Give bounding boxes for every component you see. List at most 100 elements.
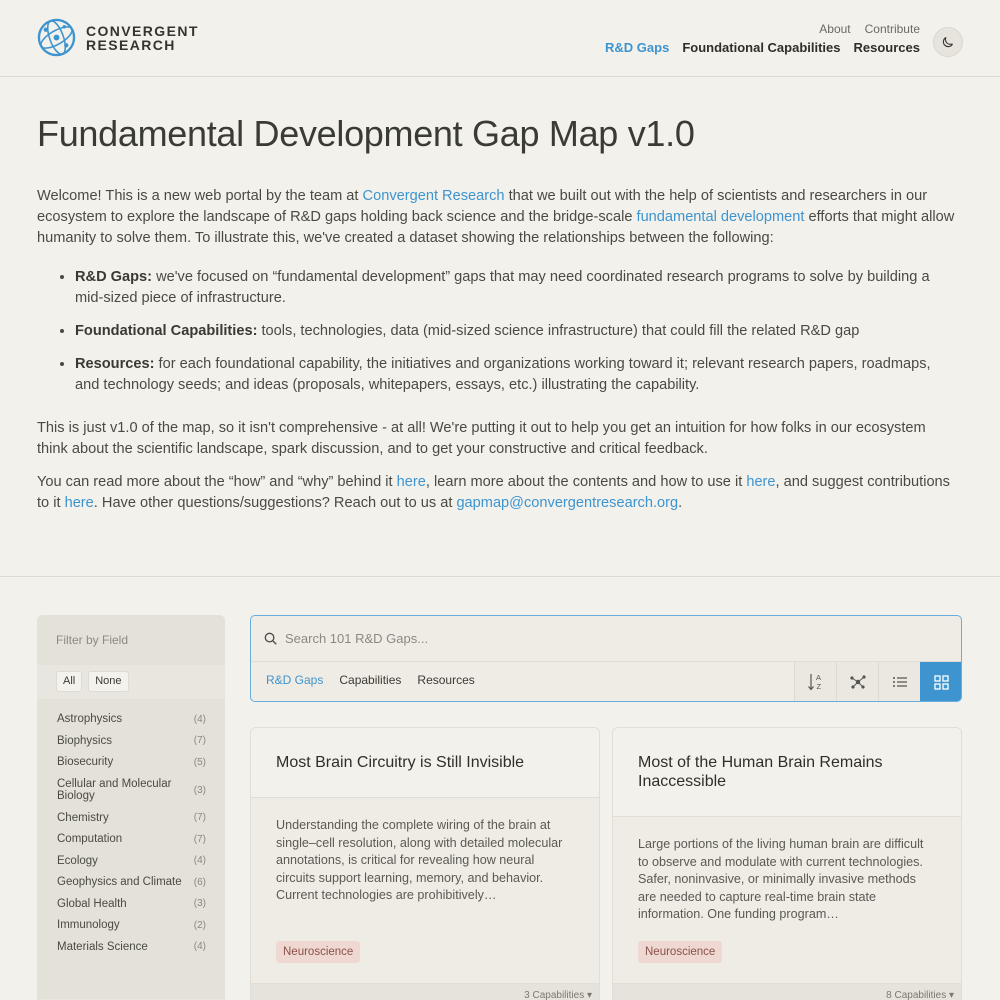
field-item-geophysics-climate[interactable]: Geophysics and Climate (6) xyxy=(37,876,225,889)
field-name: Ecology xyxy=(57,854,98,867)
p3-text-d: . Have other questions/suggestions? Reac… xyxy=(93,495,457,511)
field-name: Biophysics xyxy=(57,734,112,747)
tab-capabilities[interactable]: Capabilities xyxy=(339,673,401,687)
p3-text-b: , learn more about the contents and how … xyxy=(425,474,747,490)
logo-icon xyxy=(37,18,76,57)
contribute-here-link[interactable]: here xyxy=(65,495,94,511)
field-item-chemistry[interactable]: Chemistry (7) xyxy=(37,812,225,825)
list-view-button[interactable] xyxy=(878,662,920,701)
list-item: Resources: for each foundational capabil… xyxy=(75,354,957,396)
field-tag[interactable]: Neuroscience xyxy=(276,941,361,963)
nav-about[interactable]: About xyxy=(819,22,850,36)
filter-all-button[interactable]: All xyxy=(56,671,83,692)
bullet-term: R&D Gaps: xyxy=(75,269,153,285)
fundamental-development-link[interactable]: fundamental development xyxy=(637,209,805,225)
field-name: Astrophysics xyxy=(57,713,123,725)
bullet-term: Resources: xyxy=(75,356,155,372)
card-description: Large portions of the living human brain… xyxy=(638,837,924,921)
field-count: (5) xyxy=(193,756,206,768)
field-count: (4) xyxy=(193,713,206,725)
field-count: (3) xyxy=(193,784,206,796)
intro-paragraph-1: Welcome! This is a new web portal by the… xyxy=(37,186,957,249)
field-count: (7) xyxy=(193,735,206,747)
logo-line-2: RESEARCH xyxy=(86,36,176,53)
nav-foundational-capabilities[interactable]: Foundational Capabilities xyxy=(682,40,840,55)
convergent-research-link[interactable]: Convergent Research xyxy=(363,188,505,204)
field-item-computation[interactable]: Computation (7) xyxy=(37,833,225,846)
email-link[interactable]: gapmap@convergentresearch.org xyxy=(456,495,678,511)
gap-card[interactable]: Most Brain Circuitry is Still Invisible … xyxy=(250,727,600,1000)
field-name: Computation xyxy=(57,833,123,845)
field-item-biophysics[interactable]: Biophysics (7) xyxy=(37,735,225,748)
utility-nav: About Contribute xyxy=(819,22,920,36)
card-title: Most of the Human Brain Remains Inaccess… xyxy=(613,728,961,817)
how-to-use-here-link[interactable]: here xyxy=(746,474,775,490)
section-divider xyxy=(0,576,1000,577)
sort-az-button[interactable]: A Z xyxy=(794,662,836,701)
graph-view-button[interactable] xyxy=(836,662,878,701)
field-name: Global Health xyxy=(57,897,127,910)
page-title: Fundamental Development Gap Map v1.0 xyxy=(37,113,695,154)
p3-text-a: You can read more about the “how” and “w… xyxy=(37,474,397,490)
bullet-text: for each foundational capability, the in… xyxy=(75,356,931,393)
svg-text:Z: Z xyxy=(816,682,821,691)
field-name: Geophysics and Climate xyxy=(57,876,182,888)
definitions-list: R&D Gaps: we've focused on “fundamental … xyxy=(75,267,957,396)
field-item-astrophysics[interactable]: Astrophysics (4) xyxy=(37,713,225,726)
field-item-materials-science[interactable]: Materials Science (4) xyxy=(37,941,225,954)
svg-text:A: A xyxy=(816,673,821,682)
intro-section: Fundamental Development Gap Map v1.0 Wel… xyxy=(37,112,957,514)
field-filter-sidebar: Filter by Field All None Astrophysics (4)… xyxy=(37,615,225,1000)
field-tag[interactable]: Neuroscience xyxy=(638,941,723,963)
site-header: CONVERGENT RESEARCH About Contribute R&D… xyxy=(0,0,1000,77)
main-nav: R&D Gaps Foundational Capabilities Resou… xyxy=(605,40,920,55)
field-count: (6) xyxy=(193,876,206,888)
nav-resources[interactable]: Resources xyxy=(854,40,920,55)
p3-text-e: . xyxy=(678,495,683,511)
list-item: Foundational Capabilities: tools, techno… xyxy=(75,321,957,342)
field-item-global-health[interactable]: Global Health (3) xyxy=(37,898,225,911)
grid-view-icon xyxy=(934,674,949,690)
how-why-here-link[interactable]: here xyxy=(397,474,426,490)
capabilities-count[interactable]: 8 Capabilities ▾ xyxy=(886,990,954,1000)
field-count: (4) xyxy=(193,941,206,953)
capabilities-count[interactable]: 3 Capabilities ▾ xyxy=(524,990,592,1000)
search-input[interactable] xyxy=(285,631,785,646)
card-description: Understanding the complete wiring of the… xyxy=(276,818,563,902)
sort-az-icon: A Z xyxy=(807,673,821,691)
list-view-icon xyxy=(892,677,907,687)
search-panel: R&D Gaps Capabilities Resources A Z xyxy=(250,615,962,702)
field-item-immunology[interactable]: Immunology (2) xyxy=(37,919,225,932)
field-count: (4) xyxy=(193,855,206,867)
bullet-text: we've focused on “fundamental developmen… xyxy=(75,269,930,306)
graph-view-icon xyxy=(849,675,866,689)
nav-contribute[interactable]: Contribute xyxy=(865,22,920,36)
tab-resources[interactable]: Resources xyxy=(417,673,474,687)
field-count: (3) xyxy=(193,898,206,910)
field-item-biosecurity[interactable]: Biosecurity (5) xyxy=(37,756,225,769)
card-footer[interactable]: 3 Capabilities ▾ xyxy=(251,983,599,1000)
gap-card[interactable]: Most of the Human Brain Remains Inaccess… xyxy=(612,727,962,1000)
field-item-cellular-molecular-biology[interactable]: Cellular and Molecular Biology (3) xyxy=(37,778,225,803)
tab-rd-gaps[interactable]: R&D Gaps xyxy=(266,673,323,687)
search-bar xyxy=(251,616,961,662)
view-toggle-group: A Z xyxy=(794,662,961,701)
grid-view-button[interactable] xyxy=(920,662,961,701)
card-footer[interactable]: 8 Capabilities ▾ xyxy=(613,983,961,1000)
intro-paragraph-2: This is just v1.0 of the map, so it isn'… xyxy=(37,420,926,457)
logo[interactable]: CONVERGENT RESEARCH xyxy=(37,18,199,57)
nav-rd-gaps[interactable]: R&D Gaps xyxy=(605,40,669,55)
theme-toggle-button[interactable] xyxy=(933,27,963,57)
field-count: (7) xyxy=(193,812,206,824)
field-item-ecology[interactable]: Ecology (4) xyxy=(37,855,225,868)
filter-title: Filter by Field xyxy=(37,615,225,665)
field-name: Immunology xyxy=(57,919,120,931)
logo-line-1: CONVERGENT xyxy=(86,22,199,39)
filter-none-button[interactable]: None xyxy=(88,671,129,692)
bullet-term: Foundational Capabilities: xyxy=(75,323,258,339)
moon-icon xyxy=(942,37,953,48)
p1-text-a: Welcome! This is a new web portal by the… xyxy=(37,188,363,204)
bullet-text: tools, technologies, data (mid-sized sci… xyxy=(257,323,860,339)
field-name: Cellular and Molecular Biology xyxy=(57,777,172,803)
field-list: Astrophysics (4) Biophysics (7) Biosecurit… xyxy=(37,699,225,999)
